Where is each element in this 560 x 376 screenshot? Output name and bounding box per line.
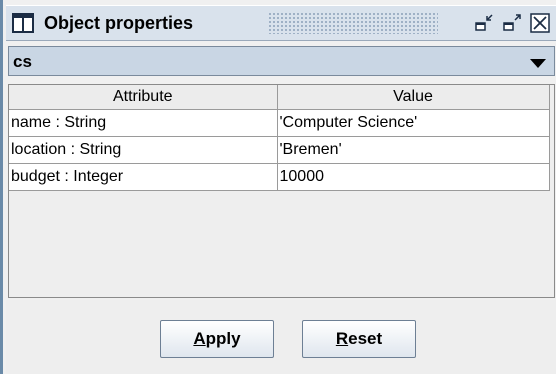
close-icon[interactable] [528, 12, 552, 34]
minimize-icon[interactable] [472, 12, 496, 34]
column-header-attribute[interactable]: Attribute [9, 85, 278, 110]
apply-label-rest: pply [205, 329, 241, 348]
apply-mnemonic: A [193, 329, 206, 348]
value-cell[interactable]: 10000 [277, 163, 550, 191]
button-bar: Apply Reset [6, 300, 556, 374]
properties-table: Attribute Value name : String 'Computer … [8, 84, 555, 298]
value-cell[interactable]: 'Bremen' [277, 136, 550, 164]
table-row[interactable]: location : String 'Bremen' [9, 136, 550, 164]
object-properties-window: Object properties cs Attribute Value nam… [0, 0, 556, 374]
window-icon [12, 13, 34, 33]
attribute-cell: name : String [9, 109, 278, 137]
reset-mnemonic: R [335, 329, 349, 348]
chevron-down-icon[interactable] [530, 56, 546, 74]
title-bar[interactable]: Object properties [6, 5, 556, 41]
attribute-cell: budget : Integer [9, 163, 278, 191]
reset-button[interactable]: Reset [302, 320, 416, 358]
object-select[interactable]: cs [8, 46, 555, 76]
table-header-row: Attribute Value [9, 85, 550, 110]
apply-button[interactable]: Apply [160, 320, 274, 358]
window-title: Object properties [44, 13, 194, 33]
object-select-value: cs [13, 52, 32, 71]
maximize-icon[interactable] [500, 12, 524, 34]
table-row[interactable]: name : String 'Computer Science' [9, 109, 550, 137]
table-row[interactable]: budget : Integer 10000 [9, 163, 550, 191]
value-cell[interactable]: 'Computer Science' [277, 109, 550, 137]
reset-label-rest: eset [348, 329, 383, 348]
column-header-value[interactable]: Value [277, 85, 550, 110]
attribute-cell: location : String [9, 136, 278, 164]
title-bar-grip [268, 12, 438, 34]
